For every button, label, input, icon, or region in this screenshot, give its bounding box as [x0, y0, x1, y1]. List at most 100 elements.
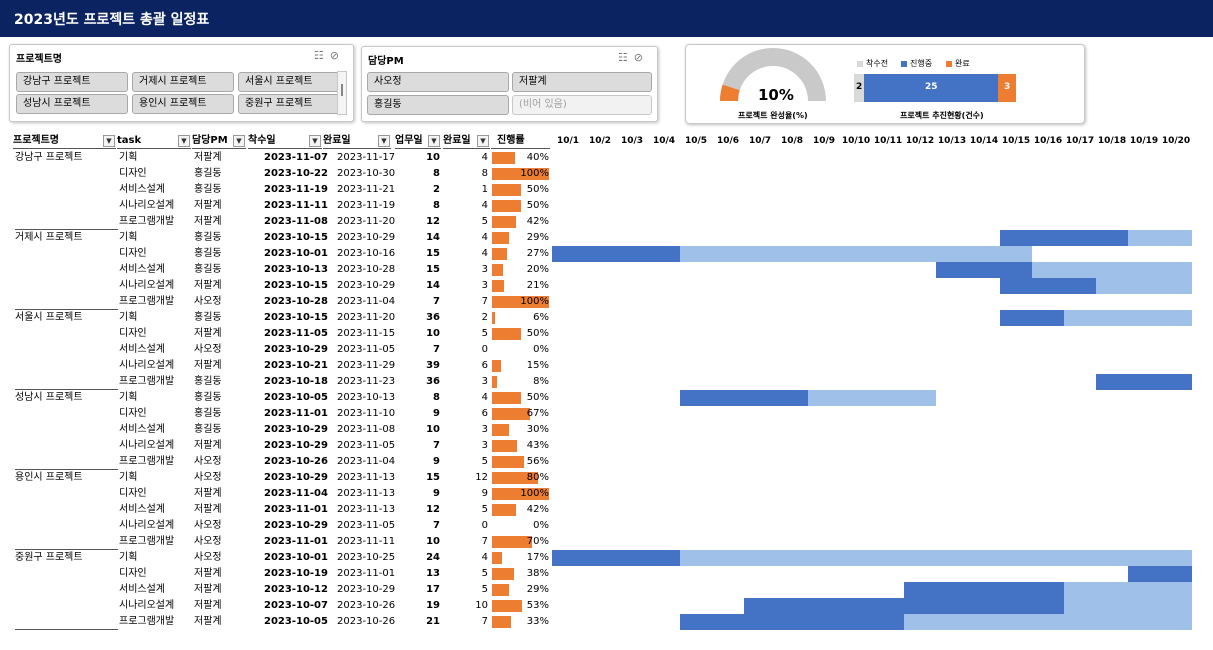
start-date-cell: 2023-10-18: [264, 376, 328, 387]
filter-dropdown-icon[interactable]: ▼: [378, 135, 390, 147]
gantt-bar-remaining: [1064, 310, 1192, 326]
progress-percent: 40%: [526, 152, 549, 163]
filter-dropdown-icon[interactable]: ▼: [477, 135, 489, 147]
end-date-cell: 2023-10-29: [337, 584, 396, 595]
start-date-cell: 2023-10-29: [264, 520, 328, 531]
start-date-cell: 2023-10-19: [264, 568, 328, 579]
progress-percent: 43%: [526, 440, 549, 451]
workdays-cell: 12: [426, 216, 440, 227]
slicer-item-pm[interactable]: 저팔계: [512, 72, 652, 92]
column-header-progress[interactable]: 진행률: [491, 133, 550, 149]
progress-percent: 33%: [526, 616, 549, 627]
end-date-cell: 2023-11-17: [337, 152, 396, 163]
multi-select-icon[interactable]: ☷: [618, 51, 634, 64]
clear-filter-icon[interactable]: ⊘: [634, 51, 649, 64]
filter-dropdown-icon[interactable]: ▼: [103, 135, 115, 147]
pm-cell: 저팔계: [194, 488, 222, 499]
task-cell: 시나리오설계: [119, 440, 175, 451]
slicer-item-pm[interactable]: 홍길동: [367, 95, 509, 115]
slicer-item-project[interactable]: 용인시 프로젝트: [132, 94, 234, 114]
slicer-item-project[interactable]: 강남구 프로젝트: [16, 72, 128, 92]
slicer-item-pm-empty[interactable]: (비어 있음): [512, 95, 652, 115]
pm-cell: 사오정: [194, 536, 222, 547]
donedays-cell: 9: [481, 488, 488, 499]
filter-dropdown-icon[interactable]: ▼: [309, 135, 321, 147]
column-header-workdays[interactable]: 업무일 ▼: [395, 133, 441, 149]
column-header-pm[interactable]: 담당PM ▼: [192, 133, 246, 149]
slicer-item-project[interactable]: 거제시 프로젝트: [132, 72, 234, 92]
column-header-start[interactable]: 착수일 ▼: [248, 133, 322, 149]
pm-slicer: 담당PM ☷⊘ 사오정 저팔계 홍길동 (비어 있음): [361, 46, 658, 122]
end-date-cell: 2023-10-29: [337, 232, 396, 243]
pm-slicer-header: 담당PM: [368, 56, 404, 67]
donedays-cell: 3: [481, 424, 488, 435]
pm-cell: 저팔계: [194, 568, 222, 579]
date-header-cell: 10/17: [1065, 136, 1095, 146]
date-header-cell: 10/1: [556, 136, 580, 146]
multi-select-icon[interactable]: ☷: [314, 49, 330, 62]
workdays-cell: 17: [426, 584, 440, 595]
start-date-cell: 2023-11-05: [264, 328, 328, 339]
progress-percent: 8%: [533, 376, 549, 387]
workdays-cell: 14: [426, 232, 440, 243]
progress-percent: 100%: [520, 296, 549, 307]
start-date-cell: 2023-10-29: [264, 344, 328, 355]
progress-percent: 100%: [520, 168, 549, 179]
progress-percent: 6%: [533, 312, 549, 323]
slicer-scrollbar[interactable]: [337, 71, 347, 115]
slicer-item-pm[interactable]: 사오정: [367, 72, 509, 92]
gantt-bar-remaining: [1032, 262, 1192, 278]
project-slicer: 프로젝트명 ☷⊘ 강남구 프로젝트 거제시 프로젝트 서울시 프로젝트 성남시 …: [9, 44, 354, 122]
legend-label-ongoing: 진행중: [910, 59, 933, 68]
progress-percent: 50%: [526, 392, 549, 403]
clear-filter-icon[interactable]: ⊘: [330, 49, 345, 62]
project-name-cell: 중원구 프로젝트: [15, 552, 83, 563]
column-header-donedays[interactable]: 완료일 ▼: [443, 133, 490, 149]
start-date-cell: 2023-10-07: [264, 600, 328, 611]
column-header-project[interactable]: 프로젝트명 ▼: [13, 133, 116, 149]
start-date-cell: 2023-10-15: [264, 280, 328, 291]
start-date-cell: 2023-11-04: [264, 488, 328, 499]
completion-label: 프로젝트 완성율(%): [738, 111, 808, 120]
slicer-item-project[interactable]: 성남시 프로젝트: [16, 94, 128, 114]
gantt-bar-done: [1000, 230, 1128, 246]
end-date-cell: 2023-11-13: [337, 472, 396, 483]
slicer-item-project[interactable]: 중원구 프로젝트: [238, 94, 344, 114]
date-header-cell: 10/7: [748, 136, 772, 146]
filter-dropdown-icon[interactable]: ▼: [428, 135, 440, 147]
end-date-cell: 2023-11-23: [337, 376, 396, 387]
start-date-cell: 2023-10-22: [264, 168, 328, 179]
workdays-cell: 24: [426, 552, 440, 563]
project-slicer-header: 프로젝트명: [16, 54, 62, 65]
donedays-cell: 7: [481, 536, 488, 547]
column-header-label: 프로젝트명: [13, 135, 59, 146]
column-header-label: 진행률: [497, 135, 525, 146]
progress-percent: 50%: [526, 200, 549, 211]
pm-cell: 저팔계: [194, 360, 222, 371]
end-date-cell: 2023-11-10: [337, 408, 396, 419]
donedays-cell: 5: [481, 504, 488, 515]
start-date-cell: 2023-11-08: [264, 216, 328, 227]
start-date-cell: 2023-10-29: [264, 440, 328, 451]
task-cell: 기획: [119, 232, 138, 243]
donedays-cell: 4: [481, 248, 488, 259]
scroll-thumb[interactable]: [341, 84, 343, 96]
filter-dropdown-icon[interactable]: ▼: [178, 135, 190, 147]
column-header-end[interactable]: 완료일 ▼: [323, 133, 391, 149]
task-cell: 서비스설계: [119, 344, 165, 355]
pm-cell: 저팔계: [194, 616, 222, 627]
date-header-cell: 10/16: [1033, 136, 1063, 146]
date-header-cell: 10/2: [588, 136, 612, 146]
end-date-cell: 2023-11-04: [337, 296, 396, 307]
task-cell: 시나리오설계: [119, 600, 175, 611]
pm-cell: 저팔계: [194, 216, 222, 227]
pm-cell: 저팔계: [194, 200, 222, 211]
slicer-item-project[interactable]: 서울시 프로젝트: [238, 72, 344, 92]
workdays-cell: 14: [426, 280, 440, 291]
task-cell: 기획: [119, 552, 138, 563]
status-count-ongoing: 25: [925, 82, 938, 92]
column-header-task[interactable]: task ▼: [117, 133, 191, 149]
task-cell: 서비스설계: [119, 584, 165, 595]
filter-dropdown-icon[interactable]: ▼: [233, 135, 245, 147]
donedays-cell: 1: [481, 184, 488, 195]
